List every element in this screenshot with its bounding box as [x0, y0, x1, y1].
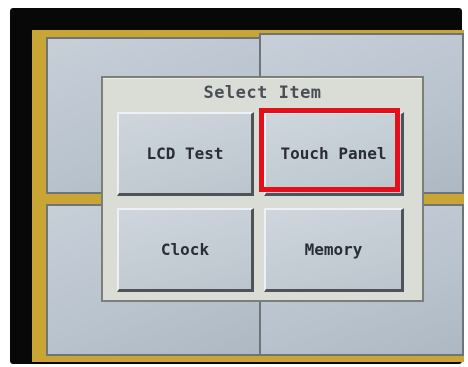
lcd-screen: Select Item LCD Test Touch Panel Clock M… — [32, 30, 464, 362]
lcd-test-button[interactable]: LCD Test — [117, 112, 254, 196]
dialog-title: Select Item — [203, 83, 322, 103]
select-item-dialog: Select Item LCD Test Touch Panel Clock M… — [101, 76, 424, 302]
touch-panel-button[interactable]: Touch Panel — [264, 112, 404, 196]
device-bezel: Select Item LCD Test Touch Panel Clock M… — [10, 8, 464, 364]
clock-button[interactable]: Clock — [117, 208, 254, 292]
memory-button[interactable]: Memory — [264, 208, 404, 292]
